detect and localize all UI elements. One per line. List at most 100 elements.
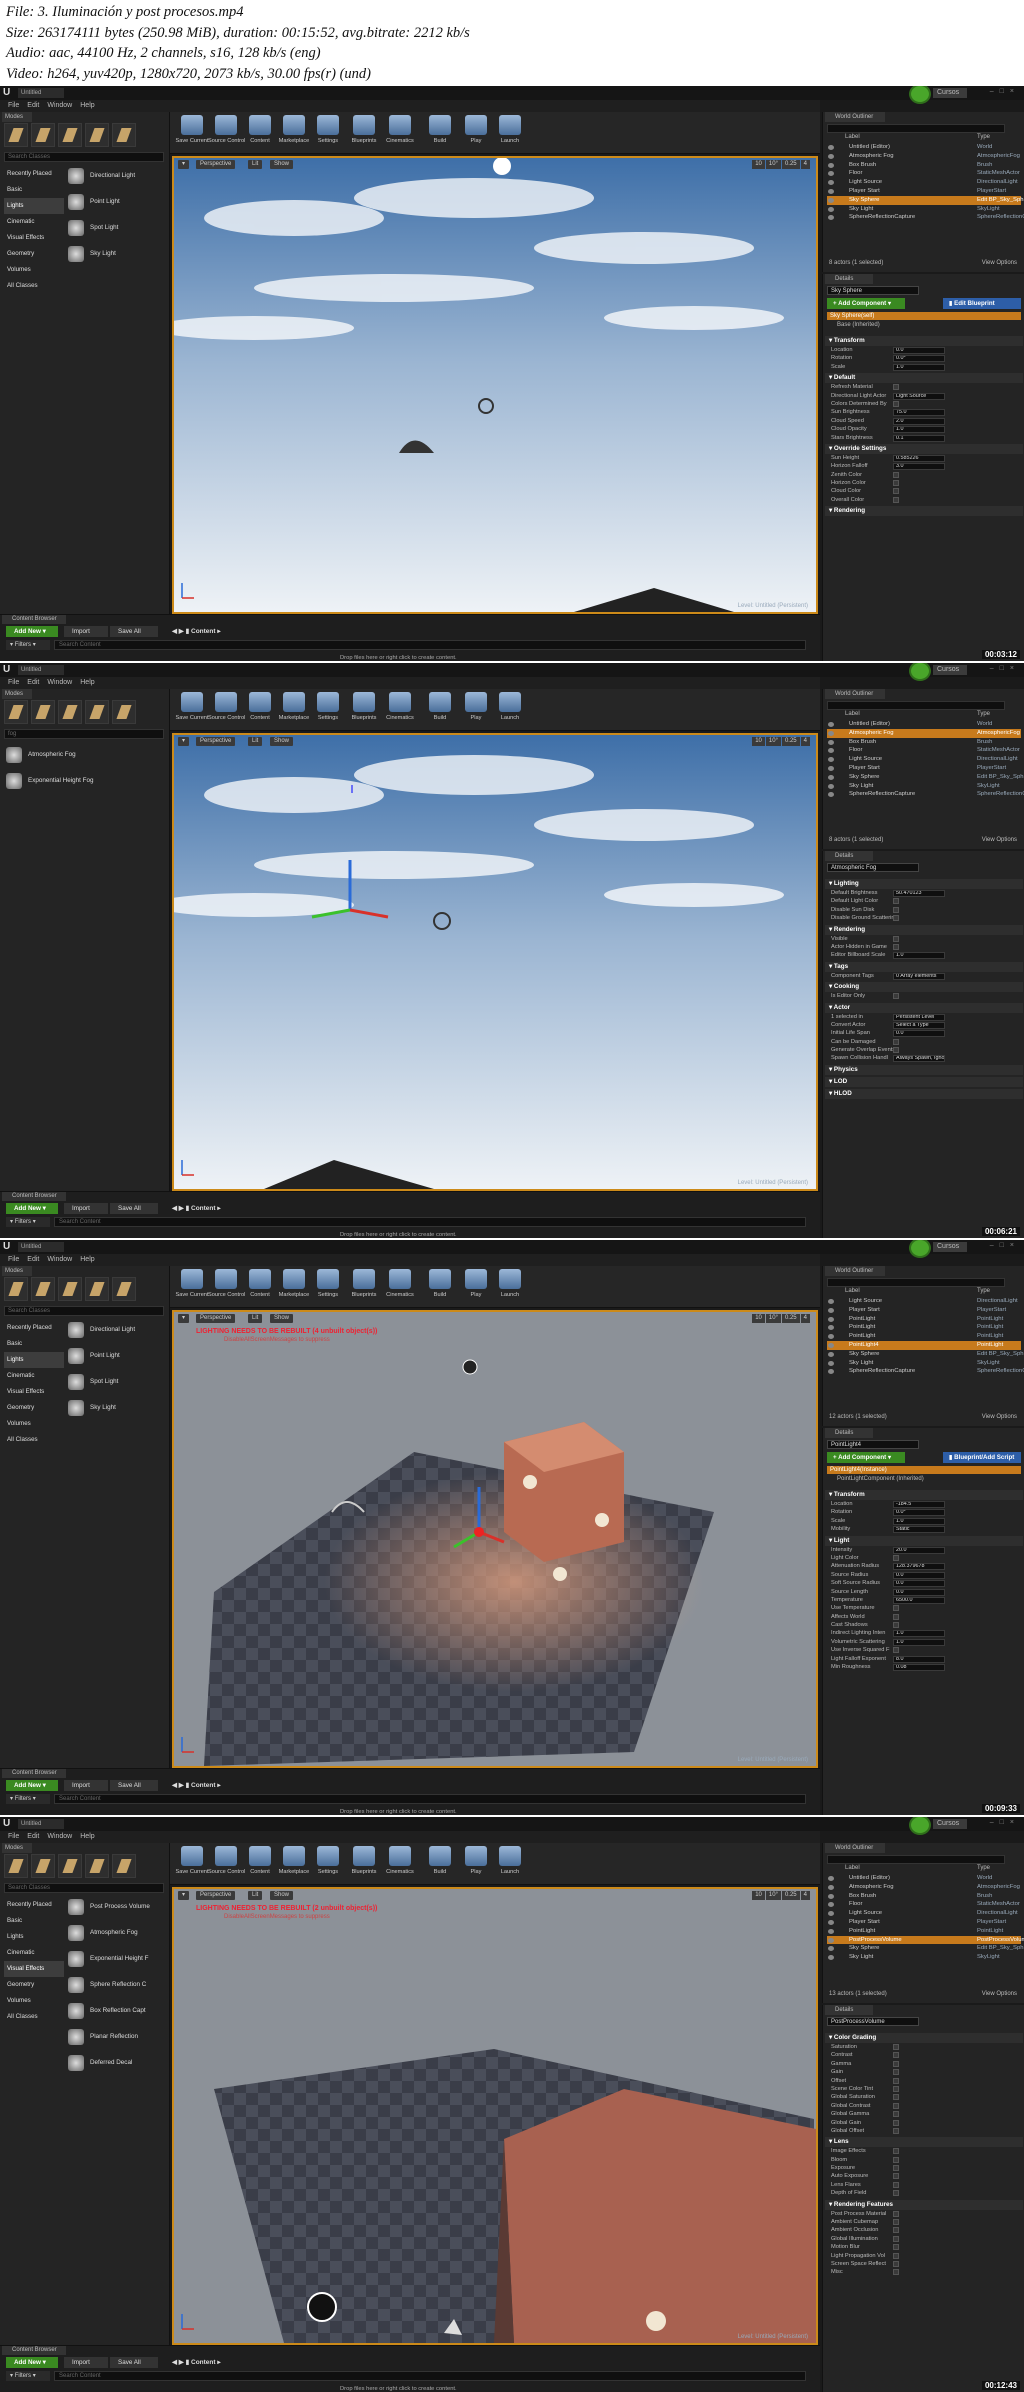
world-outliner-tab[interactable]: World Outliner (825, 689, 885, 699)
save-all-button[interactable]: Save All (110, 2357, 158, 2368)
content-breadcrumb[interactable]: ◀ ▶ ▮ Content ▸ (172, 627, 221, 635)
outliner-row[interactable]: Floor StaticMeshActor (827, 746, 1021, 755)
property-checkbox[interactable] (893, 915, 899, 922)
content-browser-tab[interactable]: Content Browser (2, 615, 66, 624)
actor-name-field[interactable]: PointLight4 (827, 1440, 919, 1449)
level-viewport[interactable]: ▾ Perspective Lit Show 10 10° 0.25 4 Level:… (172, 156, 818, 614)
property-value-field[interactable]: 0.0 (893, 1030, 945, 1038)
content-search-input[interactable]: Search Content (54, 1794, 806, 1804)
menu-help[interactable]: Help (80, 1831, 94, 1843)
notification-icon[interactable] (909, 1817, 931, 1835)
details-section-header[interactable]: ▾ LOD (825, 1076, 1023, 1087)
toolbar-content-button[interactable]: Content (242, 1846, 278, 1882)
snap-controls[interactable]: 10 10° 0.25 4 (610, 1891, 810, 1900)
property-checkbox[interactable] (893, 1622, 899, 1629)
property-checkbox[interactable] (893, 2148, 899, 2155)
toolbar-launch-button[interactable]: Launch (492, 1269, 528, 1305)
outliner-row[interactable]: Light Source DirectionalLight (827, 178, 1021, 187)
import-button[interactable]: Import (64, 626, 108, 637)
details-tab[interactable]: Details (825, 2005, 873, 2015)
perspective-button[interactable]: Perspective (196, 1891, 236, 1900)
outliner-row[interactable]: Sky Light SkyLight (827, 1359, 1021, 1368)
menu-file[interactable]: File (8, 677, 19, 689)
toolbar-settings-button[interactable]: Settings (310, 1846, 346, 1882)
property-checkbox[interactable] (893, 384, 899, 391)
level-tab[interactable]: Untitled (18, 665, 64, 675)
level-viewport[interactable]: ▾ Perspective Lit Show 10 10° 0.25 4 LIGHTI… (172, 1887, 818, 2345)
property-value-field[interactable]: Static (893, 1526, 945, 1534)
details-section-header[interactable]: ▾ Cooking (825, 982, 1023, 993)
details-section-header[interactable]: ▾ Lighting (825, 879, 1023, 889)
outliner-row[interactable]: Sky Sphere Edit BP_Sky_Sph (827, 1944, 1024, 1953)
category-item[interactable]: Recently Placed (4, 1320, 64, 1336)
property-checkbox[interactable] (893, 2235, 899, 2242)
property-checkbox[interactable] (893, 2260, 899, 2267)
notification-icon[interactable] (909, 1240, 931, 1258)
property-checkbox[interactable] (893, 2269, 899, 2276)
snap-value[interactable]: 10 (752, 1891, 765, 1900)
category-item[interactable]: Geometry (4, 1977, 64, 1993)
toolbar-blueprints-button[interactable]: Blueprints (346, 692, 382, 728)
category-item[interactable]: Geometry (4, 246, 64, 262)
outliner-row[interactable]: Sky Light SkyLight (827, 782, 1021, 791)
details-section-header[interactable]: ▾ Light (825, 1535, 1023, 1546)
property-value-field[interactable]: 0.0 (893, 1580, 945, 1588)
category-item[interactable]: All Classes (4, 2009, 64, 2025)
toolbar-settings-button[interactable]: Settings (310, 1269, 346, 1305)
perspective-button[interactable]: Perspective (196, 737, 236, 746)
snap-value[interactable]: 0.25 (781, 1314, 800, 1323)
property-checkbox[interactable] (893, 2210, 899, 2217)
landscape-mode-icon[interactable] (58, 123, 82, 147)
outliner-row[interactable]: PointLight PointLight (827, 1323, 1021, 1332)
category-item[interactable]: Cinematic (4, 1368, 64, 1384)
placeable-item[interactable]: Sky Light (66, 242, 166, 268)
visibility-eye-icon[interactable] (828, 1955, 834, 1961)
outliner-row[interactable]: Box Brush Brush (827, 738, 1021, 747)
toolbar-content-button[interactable]: Content (242, 692, 278, 728)
visibility-eye-icon[interactable] (828, 1334, 834, 1340)
toolbar-cinematics-button[interactable]: Cinematics (382, 115, 418, 151)
property-checkbox[interactable] (893, 2165, 899, 2172)
property-value-field[interactable]: 0.0° (893, 1509, 945, 1517)
category-item[interactable]: Volumes (4, 262, 64, 278)
geometry-mode-icon[interactable] (112, 1854, 136, 1878)
visibility-eye-icon[interactable] (828, 188, 834, 194)
visibility-eye-icon[interactable] (828, 1325, 834, 1331)
snap-controls[interactable]: 10 10° 0.25 4 (610, 160, 810, 169)
property-checkbox[interactable] (893, 898, 899, 905)
property-checkbox[interactable] (893, 2173, 899, 2180)
property-value-field[interactable]: 3.0 (893, 463, 945, 471)
perspective-button[interactable]: Perspective (196, 1314, 236, 1323)
property-checkbox[interactable] (893, 2060, 899, 2067)
property-value-field[interactable]: 0.08 (893, 1664, 945, 1672)
content-search-input[interactable]: Search Content (54, 2371, 806, 2381)
menu-window[interactable]: Window (47, 1831, 72, 1843)
outliner-row[interactable]: Sky Sphere Edit BP_Sky_Sph (827, 195, 1024, 205)
property-checkbox[interactable] (893, 2181, 899, 2188)
lit-button[interactable]: Lit (248, 1891, 263, 1900)
property-value-field[interactable]: 128.379678 (893, 1563, 945, 1571)
category-item[interactable]: Lights (4, 1929, 64, 1945)
content-breadcrumb[interactable]: ◀ ▶ ▮ Content ▸ (172, 2358, 221, 2366)
paint-mode-icon[interactable] (31, 123, 55, 147)
show-button[interactable]: Show (270, 160, 294, 169)
property-checkbox[interactable] (893, 1605, 899, 1612)
content-browser-tab[interactable]: Content Browser (2, 2346, 66, 2355)
toolbar-save-current-button[interactable]: Save Current (174, 1269, 210, 1305)
save-all-button[interactable]: Save All (110, 1780, 158, 1791)
visibility-eye-icon[interactable] (828, 1307, 834, 1313)
add-new-button[interactable]: Add New ▾ (6, 1203, 58, 1214)
window-controls[interactable]: –□× (960, 665, 1020, 675)
snap-value[interactable]: 10° (765, 1891, 781, 1900)
property-value-field[interactable]: 2.0 (893, 417, 945, 425)
toolbar-play-button[interactable]: Play (458, 1846, 494, 1882)
property-checkbox[interactable] (893, 935, 899, 942)
toolbar-play-button[interactable]: Play (458, 692, 494, 728)
paint-mode-icon[interactable] (31, 1277, 55, 1301)
paint-mode-icon[interactable] (31, 1854, 55, 1878)
property-checkbox[interactable] (893, 906, 899, 913)
lit-button[interactable]: Lit (248, 1314, 263, 1323)
toolbar-save-current-button[interactable]: Save Current (174, 115, 210, 151)
visibility-eye-icon[interactable] (828, 765, 834, 771)
category-item[interactable]: Recently Placed (4, 1897, 64, 1913)
